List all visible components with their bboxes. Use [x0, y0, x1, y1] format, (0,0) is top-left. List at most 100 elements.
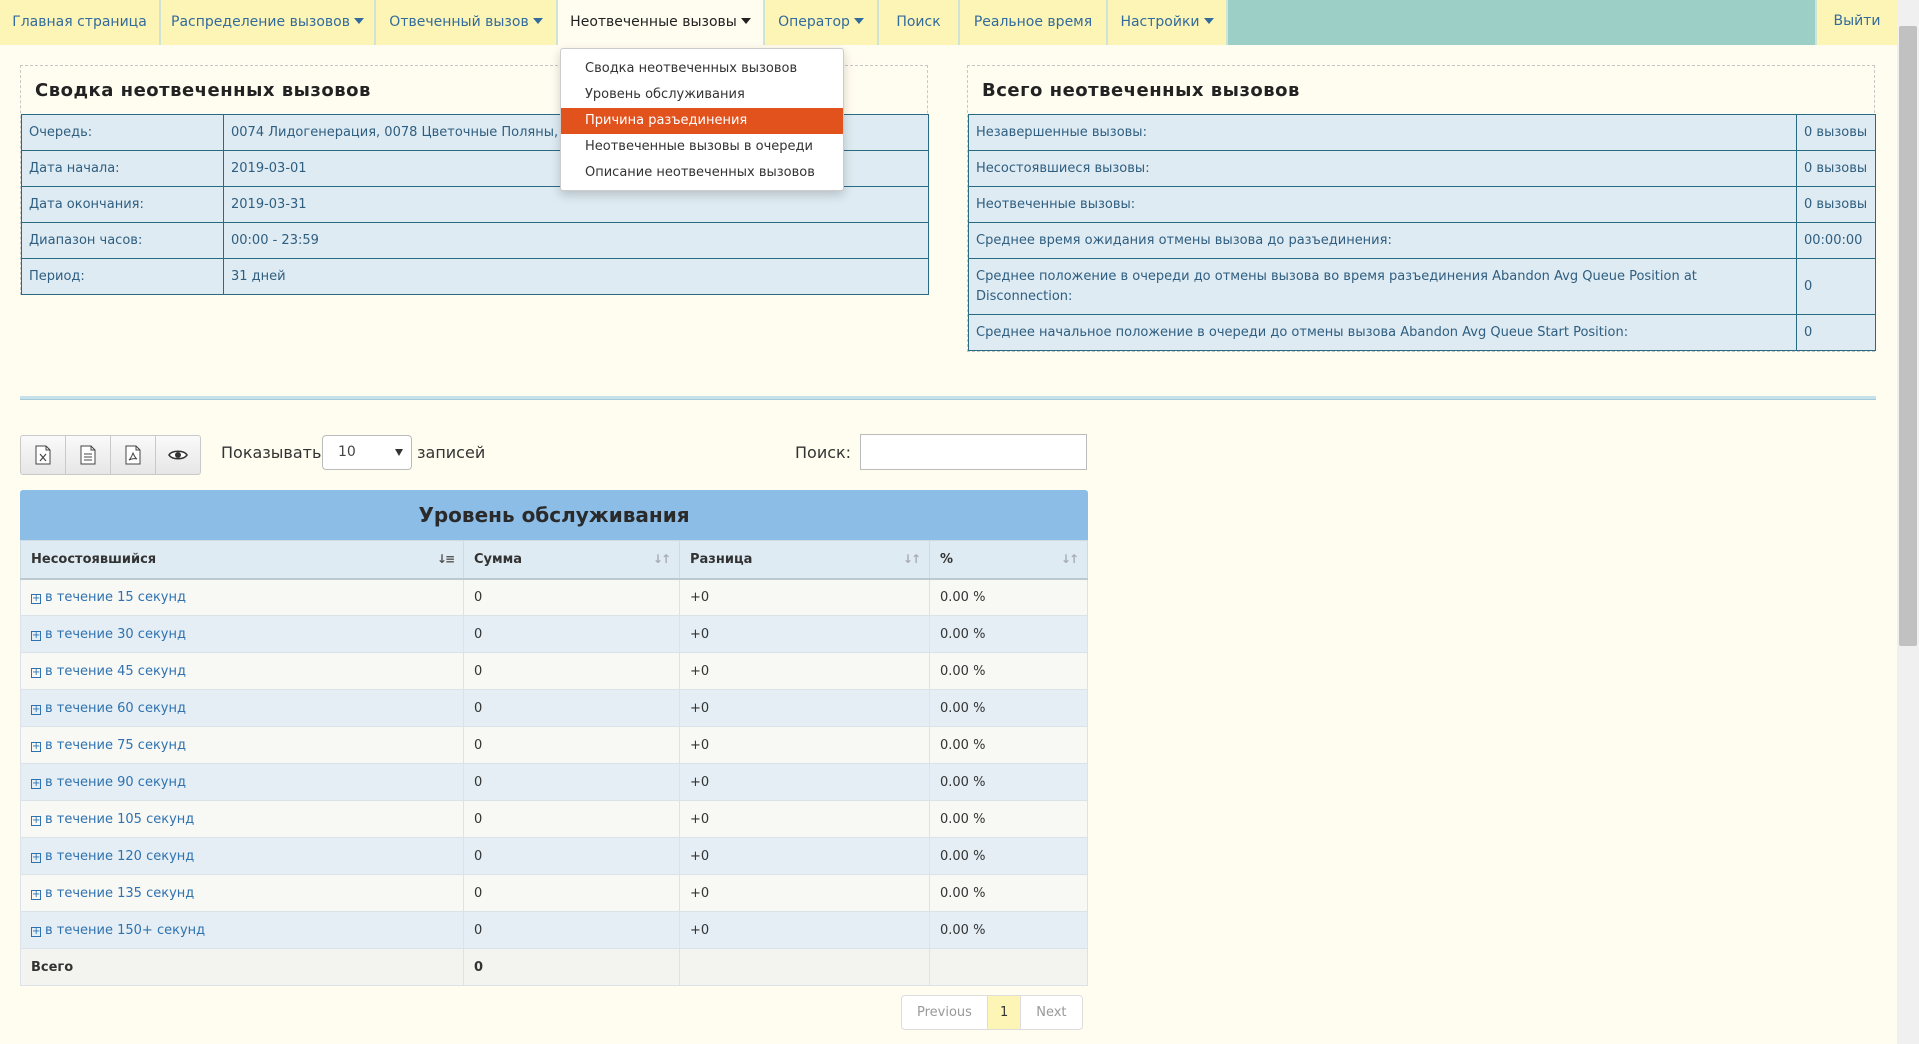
row-label-cell[interactable]: + в течение 150+ секунд: [20, 911, 464, 949]
expand-plus-icon[interactable]: +: [31, 815, 41, 826]
expand-plus-icon[interactable]: +: [31, 741, 41, 752]
nav-call-distribution-label: Распределение вызовов: [171, 14, 350, 30]
totals-label: Неотвеченные вызовы:: [968, 186, 1797, 223]
excel-icon: [35, 445, 51, 465]
service-level-table-wrap: Уровень обслуживания Несостоявшийся ↓≡ Су…: [20, 490, 1088, 986]
column-header-label: Сумма: [474, 551, 523, 567]
percent-cell: 0.00 %: [929, 911, 1088, 949]
totals-table: Незавершенные вызовы: 0 вызовы Несостоявш…: [968, 114, 1876, 351]
pagination: Previous 1 Next: [901, 995, 1083, 1030]
summary-value: 00:00 - 23:59: [223, 222, 929, 259]
chevron-down-icon: [532, 18, 543, 24]
difference-cell: +0: [679, 578, 930, 616]
row-link[interactable]: в течение 150+ секунд: [45, 923, 205, 938]
nav-settings-label: Настройки: [1120, 14, 1200, 30]
nav-operator[interactable]: Оператор: [765, 0, 879, 45]
expand-plus-icon[interactable]: +: [31, 889, 41, 900]
summary-row: Диапазон часов: 00:00 - 23:59: [21, 222, 929, 259]
pdf-icon: [125, 445, 141, 465]
column-header-sum[interactable]: Сумма ↓↑: [463, 540, 680, 580]
nav-unanswered-calls-label: Неотвеченные вызовы: [570, 14, 737, 30]
nav-search-label: Поиск: [896, 14, 941, 30]
nav-answered-calls[interactable]: Отвеченный вызов: [376, 0, 558, 45]
csv-icon: [80, 445, 96, 465]
difference-cell: +0: [679, 652, 930, 690]
page-size-select[interactable]: 10: [322, 435, 412, 470]
row-label-cell[interactable]: + в течение 30 секунд: [20, 615, 464, 653]
table-row: + в течение 75 секунд 0 +0 0.00 %: [20, 726, 1088, 764]
nav-search[interactable]: Поиск: [879, 0, 960, 45]
scrollbar-thumb[interactable]: [1899, 26, 1917, 646]
row-label-cell[interactable]: + в течение 90 секунд: [20, 763, 464, 801]
row-link[interactable]: в течение 105 секунд: [45, 812, 194, 827]
nav-realtime[interactable]: Реальное время: [960, 0, 1108, 45]
sum-cell: 0: [463, 615, 680, 653]
menu-item-unanswered-summary[interactable]: Сводка неотвеченных вызовов: [561, 56, 843, 82]
row-link[interactable]: в течение 75 секунд: [45, 738, 186, 753]
export-pdf-button[interactable]: [111, 436, 156, 474]
expand-plus-icon[interactable]: +: [31, 926, 41, 937]
row-label-cell[interactable]: + в течение 120 секунд: [20, 837, 464, 875]
show-entries-label: Показывать: [221, 443, 322, 462]
column-header-label: Разница: [690, 551, 753, 567]
search-label: Поиск:: [795, 443, 852, 462]
expand-plus-icon[interactable]: +: [31, 630, 41, 641]
search-input[interactable]: [860, 434, 1087, 470]
expand-plus-icon[interactable]: +: [31, 704, 41, 715]
row-label-cell[interactable]: + в течение 15 секунд: [20, 578, 464, 616]
menu-item-unanswered-in-queue[interactable]: Неотвеченные вызовы в очереди: [561, 134, 843, 160]
row-link[interactable]: в течение 30 секунд: [45, 627, 186, 642]
row-label-cell[interactable]: + в течение 45 секунд: [20, 652, 464, 690]
chevron-down-icon: [395, 449, 403, 456]
page-size-value: 10: [338, 444, 356, 460]
expand-plus-icon[interactable]: +: [31, 667, 41, 678]
percent-cell: 0.00 %: [929, 652, 1088, 690]
pagination-next[interactable]: Next: [1021, 996, 1081, 1029]
pagination-page-1[interactable]: 1: [987, 996, 1022, 1029]
row-label-cell[interactable]: + в течение 75 секунд: [20, 726, 464, 764]
row-link[interactable]: в течение 90 секунд: [45, 775, 186, 790]
table-caption: Уровень обслуживания: [20, 490, 1088, 540]
summary-panel-title: Сводка неотвеченных вызовов: [35, 80, 371, 101]
column-visibility-button[interactable]: [156, 436, 200, 474]
column-header-difference[interactable]: Разница ↓↑: [679, 540, 930, 580]
nav-unanswered-calls[interactable]: Неотвеченные вызовы: [558, 0, 765, 45]
logout-button[interactable]: Выйти: [1815, 0, 1897, 45]
row-link[interactable]: в течение 135 секунд: [45, 886, 194, 901]
menu-item-unanswered-description[interactable]: Описание неотвеченных вызовов: [561, 160, 843, 186]
pagination-previous[interactable]: Previous: [902, 996, 988, 1029]
expand-plus-icon[interactable]: +: [31, 593, 41, 604]
column-header-label: %: [940, 551, 954, 567]
menu-item-disconnect-reason[interactable]: Причина разъединения: [561, 108, 843, 134]
row-label-cell[interactable]: + в течение 135 секунд: [20, 874, 464, 912]
percent-cell: 0.00 %: [929, 837, 1088, 875]
eye-icon: [168, 450, 188, 460]
expand-plus-icon[interactable]: +: [31, 852, 41, 863]
menu-item-service-level[interactable]: Уровень обслуживания: [561, 82, 843, 108]
difference-cell: +0: [679, 874, 930, 912]
summary-value: 2019-03-31: [223, 186, 929, 223]
nav-home-label: Главная страница: [12, 14, 147, 30]
row-label-cell[interactable]: + в течение 105 секунд: [20, 800, 464, 838]
export-csv-button[interactable]: [66, 436, 111, 474]
row-link[interactable]: в течение 45 секунд: [45, 664, 186, 679]
summary-label: Дата начала:: [21, 150, 224, 187]
chevron-down-icon: [353, 18, 364, 24]
nav-settings[interactable]: Настройки: [1108, 0, 1228, 45]
row-label-cell[interactable]: + в течение 60 секунд: [20, 689, 464, 727]
total-difference-cell: [679, 948, 930, 986]
row-link[interactable]: в течение 15 секунд: [45, 590, 186, 605]
column-header-label: Несостоявшийся: [31, 551, 157, 567]
total-label-cell: Всего: [20, 948, 464, 986]
column-header-abandoned[interactable]: Несостоявшийся ↓≡: [20, 540, 464, 580]
nav-call-distribution[interactable]: Распределение вызовов: [161, 0, 376, 45]
summary-label: Дата окончания:: [21, 186, 224, 223]
row-link[interactable]: в течение 60 секунд: [45, 701, 186, 716]
nav-home[interactable]: Главная страница: [0, 0, 161, 45]
expand-plus-icon[interactable]: +: [31, 778, 41, 789]
column-header-percent[interactable]: % ↓↑: [929, 540, 1088, 580]
chevron-down-icon: [853, 18, 864, 24]
row-link[interactable]: в течение 120 секунд: [45, 849, 194, 864]
export-excel-button[interactable]: [21, 436, 66, 474]
sort-icon: ↓↑: [652, 552, 671, 566]
